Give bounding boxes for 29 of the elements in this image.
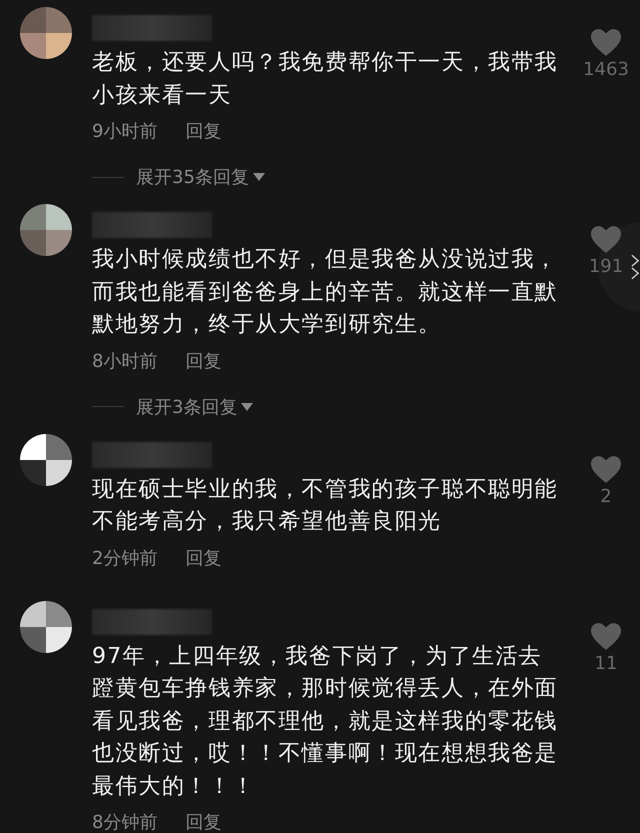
reply-button[interactable]: 回复 <box>185 348 222 372</box>
caret-icon <box>241 402 254 412</box>
like-button[interactable] <box>591 226 621 254</box>
chevron-icon <box>631 252 640 282</box>
heart-icon <box>591 622 621 650</box>
heart-icon <box>591 226 621 254</box>
comment-text: 现在硕士毕业的我，不管我的孩子聪不聪明能不能考高分，我只希望他善良阳光 <box>92 476 559 536</box>
like-count: 11 <box>594 652 618 674</box>
reply-button[interactable]: 回复 <box>185 810 222 833</box>
like-count: 2 <box>600 486 612 506</box>
comment-text: 老板，还要人吗？我免费帮你干一天，我带我小孩来看一天 <box>92 49 559 110</box>
comment-time: 9小时前 <box>92 120 158 143</box>
expand-replies-button[interactable]: 展开3条回复 <box>136 394 254 418</box>
like-count: 191 <box>588 256 624 277</box>
comment-time: 8小时前 <box>92 350 158 372</box>
like-button[interactable] <box>591 622 621 650</box>
reply-button[interactable]: 回复 <box>185 546 222 570</box>
comment-time: 8分钟前 <box>92 811 158 833</box>
like-button[interactable] <box>591 456 621 484</box>
comment-text: 97年，上四年级，我爸下岗了，为了生活去蹬黄包车挣钱养家，那时候觉得丢人，在外面看见我爸，理都不理他，就是这样我的零花钱也没断过，哎！！不懂事啊！现在想想我爸是最伟大的！！！ <box>92 642 559 800</box>
heart-icon <box>591 29 621 57</box>
like-button[interactable] <box>591 29 621 57</box>
comment-text: 我小时候成绩也不好，但是我爸从没说过我，而我也能看到爸爸身上的辛苦。就这样一直默默地努力，终于从大学到研究生。 <box>92 246 559 339</box>
expand-replies-button[interactable]: 展开35条回复 <box>136 165 265 189</box>
heart-icon <box>591 456 621 484</box>
comment-time: 2分钟前 <box>92 546 158 570</box>
reply-button[interactable]: 回复 <box>185 119 222 143</box>
like-count: 1463 <box>583 59 629 80</box>
caret-icon <box>252 172 265 182</box>
